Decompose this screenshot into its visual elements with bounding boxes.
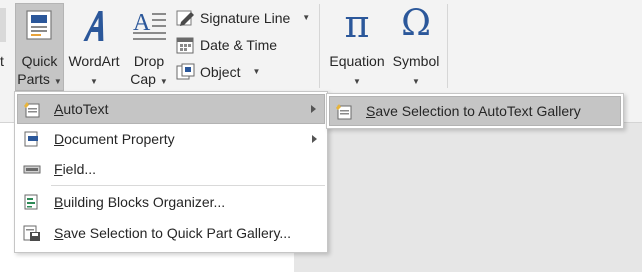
wordart-label: WordArt: [68, 53, 120, 69]
menu-item-save-to-autotext-gallery[interactable]: Save Selection to AutoText Gallery: [329, 96, 621, 126]
menu-item-document-property[interactable]: Document Property: [17, 124, 325, 154]
quick-parts-label-2-wrap: Parts ▼: [15, 70, 64, 91]
drop-cap-icon: A: [133, 10, 166, 40]
ribbon-group-divider: [319, 4, 320, 88]
menu-item-building-blocks-organizer[interactable]: Building Blocks Organizer...: [17, 187, 325, 217]
label-rest: ave Selection to AutoText Gallery: [375, 103, 581, 119]
mnemonic: D: [54, 131, 65, 147]
menu-separator: [51, 185, 325, 186]
quick-parts-label-2: Parts: [17, 71, 50, 87]
drop-cap-label-2: Cap: [130, 71, 156, 87]
menu-item-label: Save Selection to AutoText Gallery: [366, 97, 581, 125]
document-property-icon: [24, 131, 38, 147]
autotext-submenu: Save Selection to AutoText Gallery: [326, 93, 624, 129]
symbol-label: Symbol: [392, 53, 440, 69]
label-rest: ave Selection to Quick Part Gallery...: [63, 225, 292, 241]
label-rest: utoText: [63, 101, 109, 117]
menu-item-label: Field...: [54, 154, 96, 184]
menu-item-field[interactable]: Field...: [17, 154, 325, 184]
field-icon: [23, 165, 41, 174]
chevron-down-icon: ▼: [412, 77, 420, 86]
quick-parts-label-1: Quick: [21, 53, 58, 69]
drop-cap-label-2-wrap: Cap ▼: [126, 70, 172, 91]
save-selection-icon: [23, 225, 40, 241]
signature-line-icon: [176, 10, 194, 26]
pi-icon: π: [344, 2, 370, 46]
autotext-icon: [24, 102, 40, 118]
equation-caret: ▼: [324, 70, 390, 91]
object-label: Object: [200, 64, 241, 80]
chevron-down-icon: ▼: [302, 13, 311, 22]
date-time-label: Date & Time: [200, 37, 278, 53]
wordart-caret: ▼: [64, 70, 124, 91]
chevron-down-icon: ▼: [90, 77, 98, 86]
drop-cap-label-1: Drop: [133, 53, 165, 69]
submenu-arrow-icon: [312, 135, 317, 143]
symbol-button[interactable]: Ω Symbol ▼: [390, 0, 442, 92]
menu-item-label: Save Selection to Quick Part Gallery...: [54, 218, 291, 248]
menu-item-label: Building Blocks Organizer...: [54, 187, 225, 217]
object-button[interactable]: Object ▼: [176, 61, 260, 83]
symbol-caret: ▼: [390, 70, 442, 91]
drop-cap-button[interactable]: A Drop Cap ▼: [126, 0, 172, 92]
building-blocks-icon: [24, 194, 38, 210]
chevron-down-icon: ▼: [53, 77, 62, 86]
equation-label: Equation: [329, 53, 385, 69]
wordart-button[interactable]: WordArt ▼: [64, 0, 124, 92]
signature-line-button[interactable]: Signature Line ▼: [176, 7, 310, 29]
quick-parts-menu: AutoText Document Property Field... Buil…: [14, 91, 328, 253]
menu-item-label: Document Property: [54, 124, 175, 154]
menu-item-autotext[interactable]: AutoText: [17, 94, 325, 124]
document-background: [294, 123, 642, 272]
chevron-down-icon: ▼: [252, 67, 261, 76]
object-icon: [176, 63, 195, 80]
partial-left-label: t: [0, 53, 4, 69]
ribbon-group-divider: [447, 4, 448, 88]
partial-icon: [0, 8, 6, 42]
chevron-down-icon: ▼: [159, 77, 168, 86]
mnemonic: S: [54, 225, 64, 241]
label-rest: uilding Blocks Organizer...: [63, 194, 226, 210]
quick-parts-icon: [26, 10, 52, 40]
mnemonic: A: [54, 101, 64, 117]
autotext-save-icon: [336, 104, 352, 120]
mnemonic: F: [54, 161, 63, 177]
ribbon: t Quick Parts ▼ WordArt ▼ A Drop Cap ▼ S…: [0, 0, 642, 92]
quick-parts-content: Quick Parts ▼: [15, 0, 64, 92]
calendar-icon: [176, 37, 194, 54]
date-time-button[interactable]: Date & Time: [176, 34, 277, 56]
equation-button[interactable]: π Equation ▼: [324, 0, 390, 92]
label-rest: ocument Property: [64, 131, 175, 147]
menu-item-save-to-quick-part-gallery[interactable]: Save Selection to Quick Part Gallery...: [17, 218, 325, 248]
label-rest: ield...: [62, 161, 97, 177]
signature-line-label: Signature Line: [200, 10, 291, 26]
mnemonic: S: [366, 103, 376, 119]
menu-item-label: AutoText: [54, 95, 108, 123]
omega-icon: Ω: [401, 3, 431, 44]
chevron-down-icon: ▼: [353, 77, 361, 86]
partial-left-button[interactable]: t: [0, 0, 12, 92]
wordart-icon: [83, 11, 104, 41]
mnemonic: B: [54, 194, 64, 210]
submenu-arrow-icon: [311, 105, 316, 113]
